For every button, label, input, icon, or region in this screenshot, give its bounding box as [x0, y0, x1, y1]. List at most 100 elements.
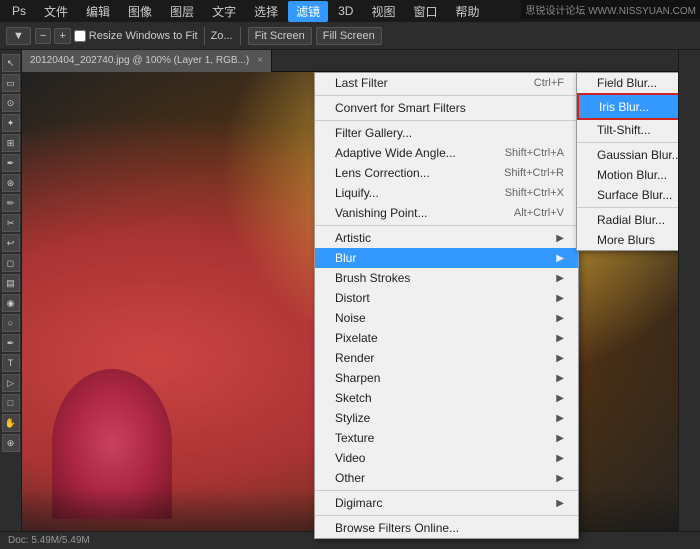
tool-pen[interactable]: ✒ [2, 334, 20, 352]
menu-item-sharpen[interactable]: Sharpen ▶ [315, 368, 578, 388]
menu-label: Filter Gallery... [335, 126, 412, 140]
resize-windows-label: Resize Windows to Fit [89, 30, 198, 42]
menu-item-artistic[interactable]: Artistic ▶ [315, 228, 578, 248]
menubar-layer[interactable]: 图层 [162, 1, 202, 22]
menubar-select[interactable]: 选择 [246, 1, 286, 22]
menubar-window[interactable]: 窗口 [405, 1, 445, 22]
menu-item-digimarc[interactable]: Digimarc ▶ [315, 493, 578, 513]
tool-brush[interactable]: ✏ [2, 194, 20, 212]
menu-shortcut: Alt+Ctrl+V [514, 207, 564, 219]
separator [204, 27, 205, 45]
tool-spot-heal[interactable]: ⊛ [2, 174, 20, 192]
menu-item-noise[interactable]: Noise ▶ [315, 308, 578, 328]
menu-shortcut: Shift+Ctrl+R [504, 167, 564, 179]
tool-eraser[interactable]: ◻ [2, 254, 20, 272]
menubar-filter[interactable]: 滤镜 [288, 1, 328, 22]
submenu-arrow: ▶ [556, 333, 564, 344]
tool-blur[interactable]: ◉ [2, 294, 20, 312]
menubar-image[interactable]: 图像 [120, 1, 160, 22]
tool-clone[interactable]: ✂ [2, 214, 20, 232]
right-panel [678, 50, 700, 549]
menu-label: Video [335, 451, 365, 465]
menu-item-other[interactable]: Other ▶ [315, 468, 578, 488]
menubar-3d[interactable]: 3D [330, 2, 361, 20]
menu-label: Brush Strokes [335, 271, 410, 285]
tool-select[interactable]: ▭ [2, 74, 20, 92]
menu-item-sketch[interactable]: Sketch ▶ [315, 388, 578, 408]
submenu-arrow: ▶ [556, 453, 564, 464]
menu-shortcut: Ctrl+F [534, 77, 564, 89]
menubar-ps[interactable]: Ps [4, 2, 34, 20]
menu-item-tilt-shift[interactable]: Tilt-Shift... [577, 120, 678, 140]
menu-label: Sketch [335, 391, 372, 405]
menu-item-more-blurs[interactable]: More Blurs ▶ [577, 230, 678, 250]
tool-move[interactable]: ↖ [2, 54, 20, 72]
menu-item-video[interactable]: Video ▶ [315, 448, 578, 468]
tool-eyedropper[interactable]: ✒ [2, 154, 20, 172]
fill-screen-btn[interactable]: Fill Screen [316, 27, 382, 45]
menu-item-radial-blur[interactable]: Radial Blur... [577, 210, 678, 230]
menu-item-iris-blur[interactable]: Iris Blur... ↖ [577, 93, 678, 120]
menu-label: Tilt-Shift... [597, 123, 651, 137]
menu-item-motion-blur[interactable]: Motion Blur... [577, 165, 678, 185]
tool-path-select[interactable]: ▷ [2, 374, 20, 392]
menu-item-texture[interactable]: Texture ▶ [315, 428, 578, 448]
tool-hand[interactable]: ✋ [2, 414, 20, 432]
menu-item-lens-correction[interactable]: Lens Correction... Shift+Ctrl+R [315, 163, 578, 183]
menu-item-surface-blur[interactable]: Surface Blur... [577, 185, 678, 205]
fit-screen-btn[interactable]: Fit Screen [248, 27, 312, 45]
menu-label: Adaptive Wide Angle... [335, 146, 456, 160]
submenu-arrow: ▶ [556, 273, 564, 284]
menubar-edit[interactable]: 编辑 [78, 1, 118, 22]
separator [315, 490, 578, 491]
menu-label: Other [335, 471, 365, 485]
submenu-arrow: ▶ [556, 353, 564, 364]
menubar-file[interactable]: 文件 [36, 1, 76, 22]
menu-item-browse-filters[interactable]: Browse Filters Online... [315, 518, 578, 538]
menu-item-stylize[interactable]: Stylize ▶ [315, 408, 578, 428]
zoom-label: Zo... [211, 30, 233, 42]
tool-lasso[interactable]: ⊙ [2, 94, 20, 112]
resize-windows-checkbox[interactable] [74, 30, 86, 42]
tool-dodge[interactable]: ○ [2, 314, 20, 332]
zoom-in-btn[interactable]: + [54, 28, 70, 44]
submenu-arrow: ▶ [556, 293, 564, 304]
zoom-controls: − + Resize Windows to Fit Zo... [35, 27, 233, 45]
menu-label: Convert for Smart Filters [335, 101, 466, 115]
menu-item-blur[interactable]: Blur ▶ [315, 248, 578, 268]
menubar-view[interactable]: 视图 [363, 1, 403, 22]
menu-item-liquify[interactable]: Liquify... Shift+Ctrl+X [315, 183, 578, 203]
menu-item-last-filter[interactable]: Last Filter Ctrl+F [315, 73, 578, 93]
tool-options-btn[interactable]: ▼ [6, 27, 31, 45]
menu-item-vanishing-point[interactable]: Vanishing Point... Alt+Ctrl+V [315, 203, 578, 223]
menu-label: Digimarc [335, 496, 382, 510]
status-text: Doc: 5.49M/5.49M [8, 535, 90, 546]
canvas-tab-item[interactable]: 20120404_202740.jpg @ 100% (Layer 1, RGB… [22, 50, 272, 72]
tool-crop[interactable]: ⊞ [2, 134, 20, 152]
menu-item-field-blur[interactable]: Field Blur... [577, 73, 678, 93]
zoom-out-btn[interactable]: − [35, 28, 51, 44]
main-area: ↖ ▭ ⊙ ✦ ⊞ ✒ ⊛ ✏ ✂ ↩ ◻ ▤ ◉ ○ ✒ T ▷ □ ✋ ⊕ … [0, 50, 700, 549]
menu-item-adaptive[interactable]: Adaptive Wide Angle... Shift+Ctrl+A [315, 143, 578, 163]
menubar-help[interactable]: 帮助 [448, 1, 488, 22]
filter-menu: Last Filter Ctrl+F Convert for Smart Fil… [314, 72, 579, 539]
menu-item-filter-gallery[interactable]: Filter Gallery... [315, 123, 578, 143]
menu-item-brush-strokes[interactable]: Brush Strokes ▶ [315, 268, 578, 288]
tool-gradient[interactable]: ▤ [2, 274, 20, 292]
menu-label: Lens Correction... [335, 166, 430, 180]
tool-history-brush[interactable]: ↩ [2, 234, 20, 252]
tool-shape[interactable]: □ [2, 394, 20, 412]
submenu-arrow: ▶ [556, 393, 564, 404]
menu-item-gaussian-blur[interactable]: Gaussian Blur... [577, 145, 678, 165]
tool-text[interactable]: T [2, 354, 20, 372]
menu-item-pixelate[interactable]: Pixelate ▶ [315, 328, 578, 348]
menu-label: Stylize [335, 411, 370, 425]
menu-item-distort[interactable]: Distort ▶ [315, 288, 578, 308]
menu-item-render[interactable]: Render ▶ [315, 348, 578, 368]
tool-zoom[interactable]: ⊕ [2, 434, 20, 452]
canvas-close-btn[interactable]: × [257, 55, 263, 66]
submenu-arrow: ▶ [556, 233, 564, 244]
menubar-type[interactable]: 文字 [204, 1, 244, 22]
menu-item-smart-filters[interactable]: Convert for Smart Filters [315, 98, 578, 118]
tool-magic-wand[interactable]: ✦ [2, 114, 20, 132]
